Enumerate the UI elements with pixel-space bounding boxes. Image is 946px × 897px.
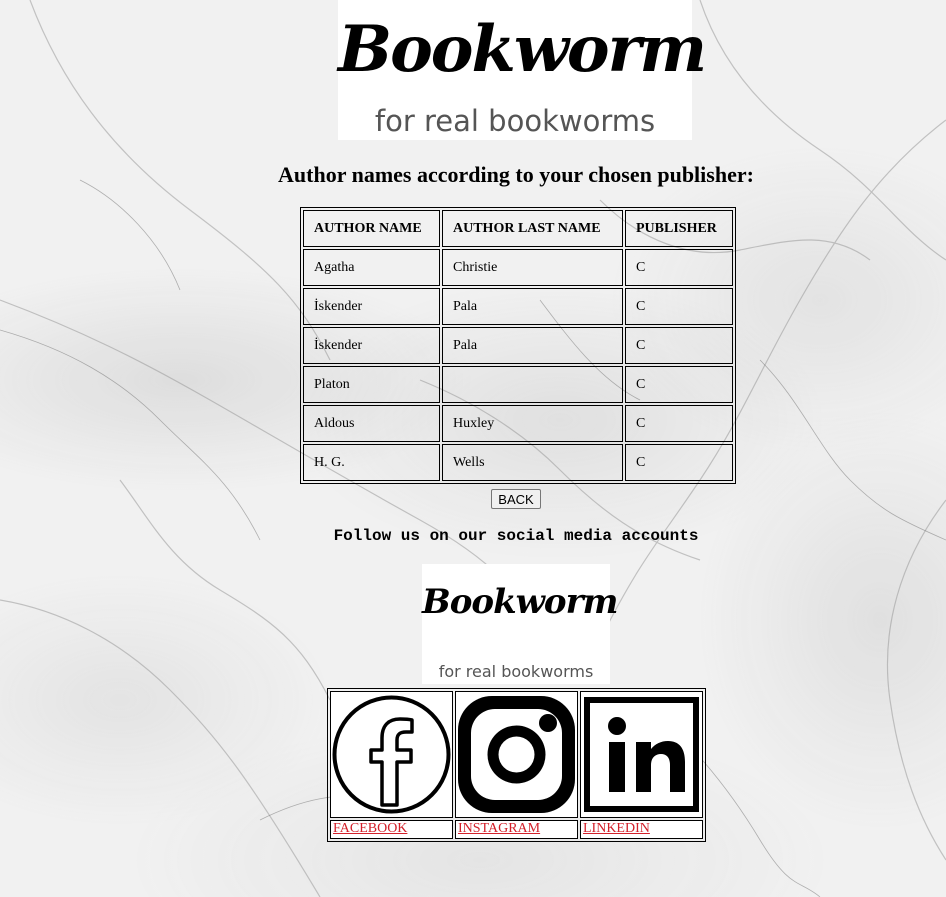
table-header-row: AUTHOR NAME AUTHOR LAST NAME PUBLISHER [303,210,733,247]
instagram-icon[interactable] [456,692,577,817]
logo-tagline: for real bookworms [374,104,656,138]
publisher-cell: C [625,405,733,442]
instagram-icon-cell [455,691,578,818]
linkedin-link[interactable]: LINKEDIN [581,821,650,836]
column-header-author-last-name: AUTHOR LAST NAME [442,210,623,247]
facebook-icon[interactable] [331,692,452,817]
social-media-table: FACEBOOK INSTAGRAM LINKEDIN [327,688,706,842]
facebook-link[interactable]: FACEBOOK [331,821,407,836]
publisher-cell: C [625,444,733,481]
footer-logo-title: Bookworm [422,582,619,622]
publisher-cell: C [625,327,733,364]
linkedin-icon-cell [580,691,703,818]
publisher-cell: C [625,249,733,286]
table-row: Aldous Huxley C [303,405,733,442]
author-name-cell: Platon [303,366,440,403]
author-last-name-cell: Wells [442,444,623,481]
publisher-cell: C [625,366,733,403]
author-last-name-cell: Pala [442,327,623,364]
column-header-author-name: AUTHOR NAME [303,210,440,247]
linkedin-icon[interactable] [581,692,702,817]
follow-us-text: Follow us on our social media accounts [333,527,699,545]
instagram-link-cell: INSTAGRAM [455,820,578,839]
table-row: İskender Pala C [303,288,733,325]
page-title: Author names according to your chosen pu… [278,162,754,187]
table-row: Platon C [303,366,733,403]
social-links-row: FACEBOOK INSTAGRAM LINKEDIN [330,820,703,839]
footer-logo-tagline: for real bookworms [438,662,594,681]
facebook-icon-cell [330,691,453,818]
author-name-cell: Agatha [303,249,440,286]
table-row: İskender Pala C [303,327,733,364]
authors-table: AUTHOR NAME AUTHOR LAST NAME PUBLISHER A… [300,207,736,484]
social-icons-row [330,691,703,818]
author-last-name-cell: Pala [442,288,623,325]
publisher-cell: C [625,288,733,325]
linkedin-link-cell: LINKEDIN [580,820,703,839]
facebook-link-cell: FACEBOOK [330,820,453,839]
author-name-cell: H. G. [303,444,440,481]
footer-bookworm-logo: Bookworm for real bookworms [422,564,619,684]
author-last-name-cell: Huxley [442,405,623,442]
author-last-name-cell: Christie [442,249,623,286]
author-last-name-cell [442,366,623,403]
logo-title: Bookworm [338,12,707,87]
table-row: H. G. Wells C [303,444,733,481]
table-row: Agatha Christie C [303,249,733,286]
author-name-cell: Aldous [303,405,440,442]
author-name-cell: İskender [303,327,440,364]
column-header-publisher: PUBLISHER [625,210,733,247]
bookworm-logo: Bookworm for real bookworms [338,0,707,140]
author-name-cell: İskender [303,288,440,325]
back-button[interactable]: BACK [491,489,541,509]
instagram-link[interactable]: INSTAGRAM [456,821,540,836]
